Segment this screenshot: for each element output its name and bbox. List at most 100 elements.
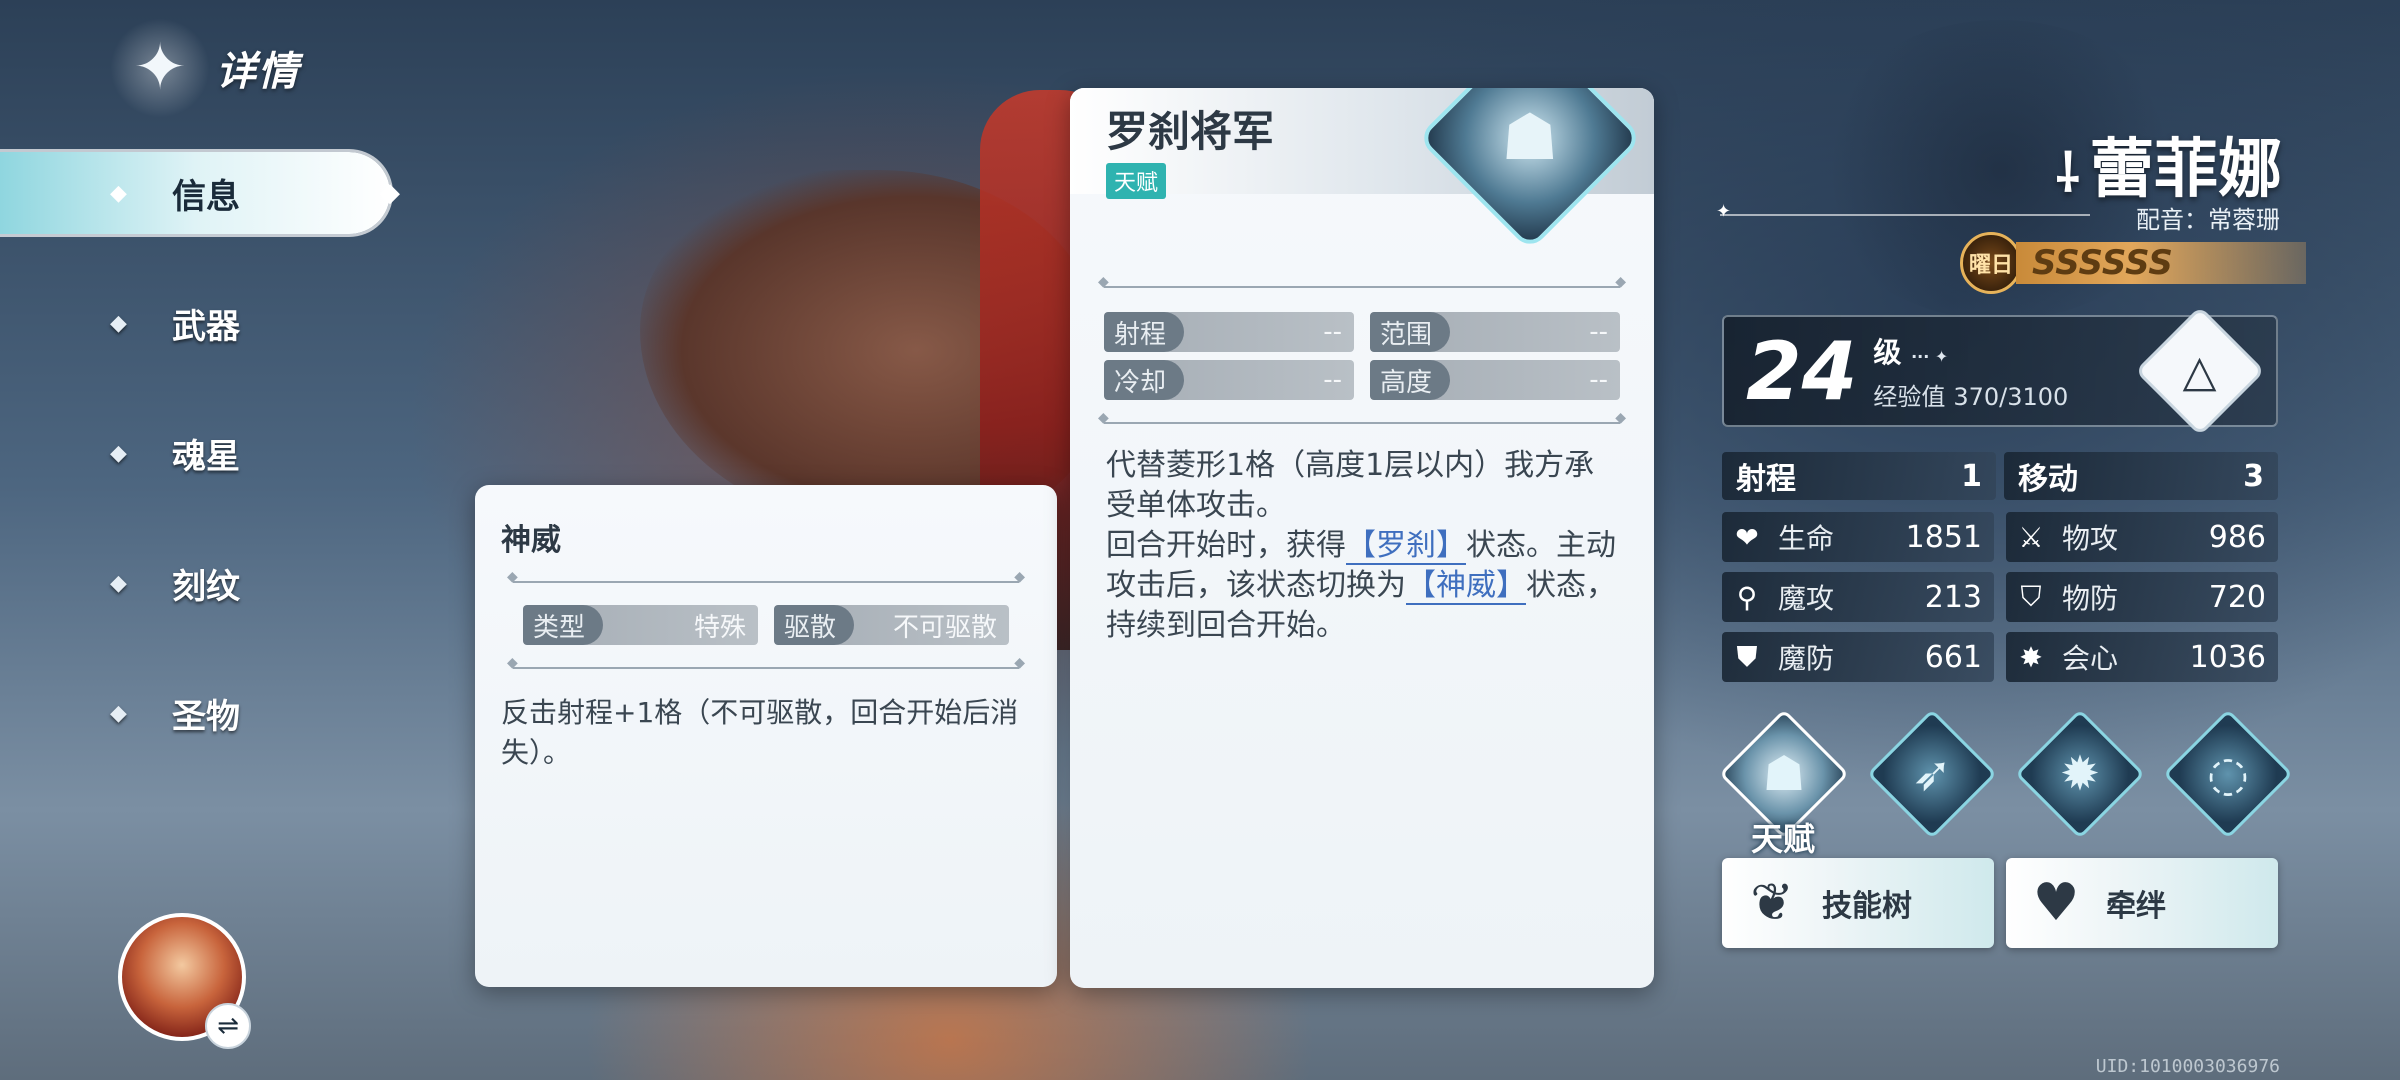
stat-value: 720 <box>2208 579 2266 615</box>
rank-indicator: 曜日 SSSSSS <box>1960 232 2306 294</box>
rank-bar: SSSSSS <box>2016 242 2306 284</box>
stat-label: 物防 <box>2062 582 2119 615</box>
talent-attrs-row-1: 射程 -- 范围 -- <box>1104 312 1620 352</box>
character-name: ⸸ 蕾菲娜 <box>2056 118 2282 210</box>
skill-dragon[interactable]: ✹ <box>2014 708 2146 840</box>
stat-matk: ⚲ 魔攻 213 <box>1722 572 1994 622</box>
buff-title: 神威 <box>501 523 561 558</box>
talent-attr-area: 范围 -- <box>1370 312 1620 352</box>
skill-slash[interactable]: ➶ <box>1866 708 1998 840</box>
diamond-icon: ◆ <box>110 700 127 726</box>
nav-item-info[interactable]: ◆ 信息 ◆ <box>0 152 400 234</box>
attr-key: 冷却 <box>1104 360 1185 400</box>
talent-description: 代替菱形1格（高度1层以内）我方承受单体攻击。 回合开始时，获得【罗刹】状态。主… <box>1070 446 1654 646</box>
stats-grid: ❤ 生命 1851 ⚔ 物攻 986 ⚲ 魔攻 213 ⛉ 物防 720 ⛊ 魔… <box>1722 512 2278 682</box>
stat-value: 1 <box>1961 458 1982 494</box>
level-meta: 级 ··· ✦ 经验值 370/3100 <box>1873 331 2068 412</box>
skill-talent[interactable]: ☗ 天赋 <box>1718 708 1850 858</box>
divider <box>1098 410 1626 426</box>
header: ✦ 详情 <box>110 18 300 118</box>
talent-desc-line: 代替菱形1格（高度1层以内）我方承受单体攻击。 <box>1106 448 1595 523</box>
compass-star-icon[interactable]: ✦ <box>110 18 210 118</box>
page-title: 详情 <box>216 49 300 95</box>
exp-value: 370/3100 <box>1953 382 2069 411</box>
level-panel: 24 级 ··· ✦ 经验值 370/3100 △ <box>1722 305 2278 437</box>
stat-value: 213 <box>1924 579 1982 615</box>
attr-value: -- <box>1323 365 1342 395</box>
rank-badge: 曜日 <box>1960 232 2022 294</box>
divider <box>1716 201 2090 222</box>
skill-tree-button[interactable]: ❦ 技能树 <box>1722 858 1994 948</box>
stat-crit: ✸ 会心 1036 <box>2006 632 2278 682</box>
dragon-icon: ✹ <box>2059 746 2101 802</box>
buff-detail-card: 神威 类型 特殊 驱散 不可驱散 反击射程+1格（不可驱散，回合开始后消失）。 <box>475 485 1057 987</box>
talent-attr-cooldown: 冷却 -- <box>1104 360 1354 400</box>
nav-item-soul-star[interactable]: ◆ 魂星 <box>0 412 400 494</box>
stat-hp: ❤ 生命 1851 <box>1722 512 1994 562</box>
button-label: 技能树 <box>1822 889 1912 924</box>
arrow-up-icon: △ <box>2183 345 2217 397</box>
swap-icon[interactable]: ⇌ <box>205 1003 251 1049</box>
attr-value: -- <box>1589 365 1608 395</box>
pointer-icon: ◆ <box>380 178 400 208</box>
move-stat: 移动 3 <box>2004 452 2278 500</box>
stat-value: 1851 <box>1905 519 1982 555</box>
stat-pdef: ⛉ 物防 720 <box>2006 572 2278 622</box>
stat-patk: ⚔ 物攻 986 <box>2006 512 2278 562</box>
attr-key: 类型 <box>523 605 604 645</box>
wand-icon: ⚲ <box>1736 580 1758 614</box>
nav-item-label: 魂星 <box>172 436 240 477</box>
attr-value: -- <box>1589 317 1608 347</box>
magic-shield-icon: ⛊ <box>1736 640 1758 673</box>
slash-icon: ➶ <box>1911 746 1953 802</box>
level-unit-text: 级 <box>1873 335 1902 369</box>
skill-label: 天赋 <box>1750 820 1815 858</box>
talent-tag: 天赋 <box>1106 163 1167 199</box>
skill-vortex[interactable]: ◌ <box>2162 708 2294 840</box>
action-buttons: ❦ 技能树 ♥ 牵绊 <box>1722 858 2278 948</box>
desc-text: 回合开始时，获得 <box>1106 528 1346 563</box>
attr-key: 驱散 <box>774 605 855 645</box>
buff-attr-dispel: 驱散 不可驱散 <box>774 605 1009 645</box>
voice-actor-name: 常蓉珊 <box>2208 206 2280 234</box>
buff-attrs: 类型 特殊 驱散 不可驱散 <box>501 583 1031 667</box>
heart-icon: ❤ <box>1735 520 1759 554</box>
divider <box>507 569 1025 585</box>
bond-button[interactable]: ♥ 牵绊 <box>2006 858 2278 948</box>
keyword-link-rakshasa[interactable]: 【罗刹】 <box>1346 528 1466 565</box>
nav-item-engraving[interactable]: ◆ 刻纹 <box>0 542 400 624</box>
button-label: 牵绊 <box>2106 889 2166 924</box>
talent-attrs-row-2: 冷却 -- 高度 -- <box>1104 360 1620 400</box>
stat-value: 1036 <box>2189 639 2266 675</box>
buff-attr-type: 类型 特殊 <box>523 605 758 645</box>
level-number: 24 <box>1746 324 1858 418</box>
nav-item-relic[interactable]: ◆ 圣物 <box>0 672 400 754</box>
uid-label: UID:1010003036976 <box>2095 1056 2280 1077</box>
attr-key: 射程 <box>1104 312 1185 352</box>
nav-item-weapon[interactable]: ◆ 武器 <box>0 282 400 364</box>
talent-desc-line: 回合开始时，获得【罗刹】状态。主动攻击后，该状态切换为【神威】状态，持续到回合开… <box>1106 526 1618 646</box>
stat-value: 3 <box>2243 458 2264 494</box>
level-unit: 级 ··· ✦ <box>1873 335 1949 369</box>
stat-label: 生命 <box>1778 522 1835 555</box>
heart-crest-icon: ♥ <box>2032 873 2080 933</box>
voice-actor: 配音：常蓉珊 <box>2136 200 2280 235</box>
stat-value: 986 <box>2208 519 2266 555</box>
sidebar-nav: ◆ 信息 ◆ ◆ 武器 ◆ 魂星 ◆ 刻纹 ◆ 圣物 <box>0 152 400 802</box>
attr-value: 不可驱散 <box>892 612 997 643</box>
sword-icon: ⚔ <box>2018 520 2044 554</box>
talent-attr-range: 射程 -- <box>1104 312 1354 352</box>
stat-label: 会心 <box>2062 642 2119 675</box>
level-up-button[interactable]: △ <box>2134 305 2266 437</box>
sword-class-icon: ⸸ <box>2055 144 2080 204</box>
nav-item-label: 刻纹 <box>172 566 240 607</box>
range-move-row: 射程 1 移动 3 <box>1722 452 2278 500</box>
keyword-link-shenwei[interactable]: 【神威】 <box>1406 568 1526 605</box>
vortex-icon: ◌ <box>2207 746 2249 802</box>
voice-label: 配音： <box>2136 206 2208 234</box>
stat-label: 魔防 <box>1778 642 1835 675</box>
divider <box>507 655 1025 671</box>
buff-description: 反击射程+1格（不可驱散，回合开始后消失）。 <box>501 696 1019 769</box>
attr-key: 范围 <box>1370 312 1451 352</box>
tree-icon: ❦ <box>1750 873 1794 933</box>
